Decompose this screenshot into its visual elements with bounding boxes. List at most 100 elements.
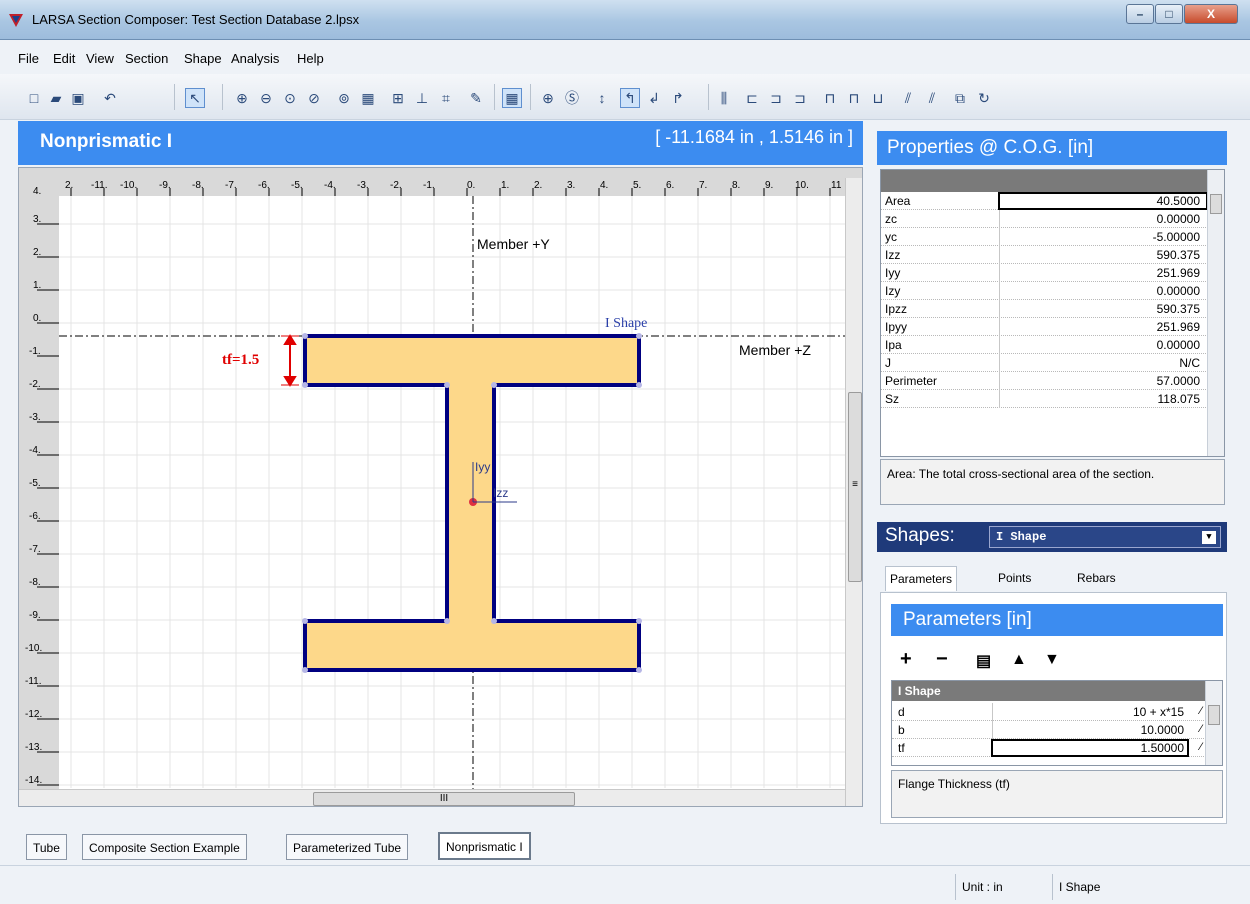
status-bar: Unit : in I Shape xyxy=(0,865,1250,904)
ruler-y-label: -12. xyxy=(25,709,43,720)
ruler-x-label: 5. xyxy=(633,180,642,191)
property-description: Area: The total cross-sectional area of … xyxy=(880,459,1225,505)
centroid-icon[interactable]: ⊕ xyxy=(538,88,558,108)
i-section-icon[interactable]: ⊥ xyxy=(412,88,432,108)
tab-parameters[interactable]: Parameters xyxy=(885,566,958,591)
cursor-coordinates: [ -11.1684 in , 1.5146 in ] xyxy=(655,127,853,147)
parameters-table[interactable]: I Shape d 10 + x*15 ⁄ b 10.0000 ⁄ tf 1.50000 ⁄ xyxy=(891,680,1223,766)
property-row[interactable]: Perimeter 57.0000 xyxy=(881,372,1208,390)
zoom-window-icon[interactable]: ⊙ xyxy=(280,88,300,108)
zoom-in-icon[interactable]: ⊕ xyxy=(232,88,252,108)
move-down-icon[interactable]: ▼ xyxy=(1044,651,1060,669)
parameters-scrollbar[interactable] xyxy=(1205,681,1222,765)
status-unit: Unit : in xyxy=(955,874,1047,900)
new-file-icon[interactable]: □ xyxy=(24,88,44,108)
ruler-y-label: 3. xyxy=(33,214,42,225)
menu-file[interactable]: File xyxy=(18,51,39,66)
menu-section[interactable]: Section xyxy=(125,51,168,66)
dimension-icon[interactable]: ↕ xyxy=(592,88,612,108)
properties-table[interactable]: Area 40.5000 zc 0.00000 yc -5.00000 Izz 590.… xyxy=(880,169,1225,457)
select-pointer-icon[interactable]: ↖ xyxy=(185,88,205,108)
zoom-extents-icon[interactable]: ⊚ xyxy=(334,88,354,108)
add-parameter-button[interactable]: + xyxy=(900,648,912,671)
property-row[interactable]: Area 40.5000 xyxy=(881,192,1208,210)
property-row[interactable]: yc -5.00000 xyxy=(881,228,1208,246)
distribute-icon[interactable]: ⫼ xyxy=(714,88,734,108)
remove-parameter-button[interactable]: − xyxy=(936,648,948,671)
close-button[interactable]: X xyxy=(1184,4,1238,24)
tab-parameterized-tube[interactable]: Parameterized Tube xyxy=(286,834,409,860)
refresh-icon[interactable]: ↻ xyxy=(974,88,994,108)
edit-drawing-icon[interactable]: ✎ xyxy=(466,88,486,108)
menu-analysis[interactable]: Analysis xyxy=(231,51,279,66)
align-center-icon[interactable]: ⊐ xyxy=(766,88,786,108)
axis-principal-icon[interactable]: ↱ xyxy=(668,88,688,108)
property-row[interactable]: J N/C xyxy=(881,354,1208,372)
horizontal-scroll-thumb[interactable]: III xyxy=(313,792,575,806)
menu-edit[interactable]: Edit xyxy=(53,51,75,66)
property-row[interactable]: Sz 118.075 xyxy=(881,390,1208,408)
vertical-scrollbar[interactable]: ≡ xyxy=(845,178,862,806)
mirror-icon[interactable]: ⫽ xyxy=(898,88,918,108)
parameter-row[interactable]: tf 1.50000 ⁄ xyxy=(892,739,1206,757)
vertical-scroll-thumb[interactable]: ≡ xyxy=(848,392,862,582)
parameters-title: Parameters [in] xyxy=(891,604,1223,636)
minimize-button[interactable]: – xyxy=(1126,4,1154,24)
drawing-canvas[interactable]: 2. -11. -10. -9. -8. -7. -6. -5. -4. -3.… xyxy=(18,167,863,807)
tab-nonprismatic-i[interactable]: Nonprismatic I xyxy=(438,832,531,860)
axis-shear-icon[interactable]: ↲ xyxy=(644,88,664,108)
edit-formula-icon[interactable]: ⁄ xyxy=(1200,723,1202,735)
parameter-row[interactable]: b 10.0000 ⁄ xyxy=(892,721,1206,739)
property-row[interactable]: Izy 0.00000 xyxy=(881,282,1208,300)
properties-table-header xyxy=(881,170,1224,192)
tab-points[interactable]: Points xyxy=(994,566,1035,590)
mirror-vertical-icon[interactable]: ⫽ xyxy=(922,88,942,108)
grid-toggle-icon[interactable]: ▦ xyxy=(502,88,522,108)
table-view-icon[interactable]: ▤ xyxy=(976,651,991,671)
menu-shape[interactable]: Shape xyxy=(184,51,222,66)
parameters-scroll-thumb[interactable] xyxy=(1208,705,1220,725)
properties-scroll-thumb[interactable] xyxy=(1210,194,1222,214)
property-row[interactable]: Ipyy 251.969 xyxy=(881,318,1208,336)
copy-shape-icon[interactable]: ⧉ xyxy=(950,88,970,108)
zoom-out-icon[interactable]: ⊖ xyxy=(256,88,276,108)
parameter-row[interactable]: d 10 + x*15 ⁄ xyxy=(892,703,1206,721)
properties-scrollbar[interactable] xyxy=(1207,170,1224,456)
property-row[interactable]: Ipa 0.00000 xyxy=(881,336,1208,354)
ruler-y-label: -9. xyxy=(29,610,41,621)
move-up-icon[interactable]: ▲ xyxy=(1011,651,1027,669)
ruler-x-label: -11. xyxy=(91,180,108,191)
ruler-x-label: 6. xyxy=(666,180,675,191)
property-row[interactable]: Ipzz 590.375 xyxy=(881,300,1208,318)
zoom-previous-icon[interactable]: ⊘ xyxy=(304,88,324,108)
property-row[interactable]: Iyy 251.969 xyxy=(881,264,1208,282)
axis-centroid-icon[interactable]: ↰ xyxy=(620,88,640,108)
align-top-icon[interactable]: ⊓ xyxy=(820,88,840,108)
insert-shape-icon[interactable]: ⊞ xyxy=(388,88,408,108)
menu-view[interactable]: View xyxy=(86,51,114,66)
open-folder-icon[interactable]: ▰ xyxy=(46,88,66,108)
align-bottom-icon[interactable]: ⊔ xyxy=(868,88,888,108)
save-icon[interactable]: ▣ xyxy=(68,88,88,108)
ruler-y-label: -13. xyxy=(25,742,43,753)
align-right-icon[interactable]: ⊐ xyxy=(790,88,810,108)
align-middle-icon[interactable]: ⊓ xyxy=(844,88,864,108)
property-row[interactable]: Izz 590.375 xyxy=(881,246,1208,264)
shapes-dropdown[interactable]: I Shape ▼ xyxy=(989,526,1221,548)
maximize-button[interactable]: □ xyxy=(1155,4,1183,24)
undo-icon[interactable]: ↶ xyxy=(100,88,120,108)
align-left-icon[interactable]: ⊏ xyxy=(742,88,762,108)
menu-help[interactable]: Help xyxy=(297,51,324,66)
edit-formula-icon[interactable]: ⁄ xyxy=(1200,741,1202,753)
tab-composite-section-example[interactable]: Composite Section Example xyxy=(82,834,247,860)
edit-formula-icon[interactable]: ⁄ xyxy=(1200,705,1202,717)
shear-center-icon[interactable]: Ⓢ xyxy=(562,88,582,108)
ruler-x-label: 1. xyxy=(501,180,510,191)
tab-rebars[interactable]: Rebars xyxy=(1073,566,1120,590)
fit-view-icon[interactable]: ▦ xyxy=(358,88,378,108)
horizontal-scrollbar[interactable]: III xyxy=(19,789,845,806)
polygon-icon[interactable]: ⌗ xyxy=(436,88,456,108)
ruler-y-label: -10. xyxy=(25,643,43,654)
property-row[interactable]: zc 0.00000 xyxy=(881,210,1208,228)
tab-tube[interactable]: Tube xyxy=(26,834,67,860)
